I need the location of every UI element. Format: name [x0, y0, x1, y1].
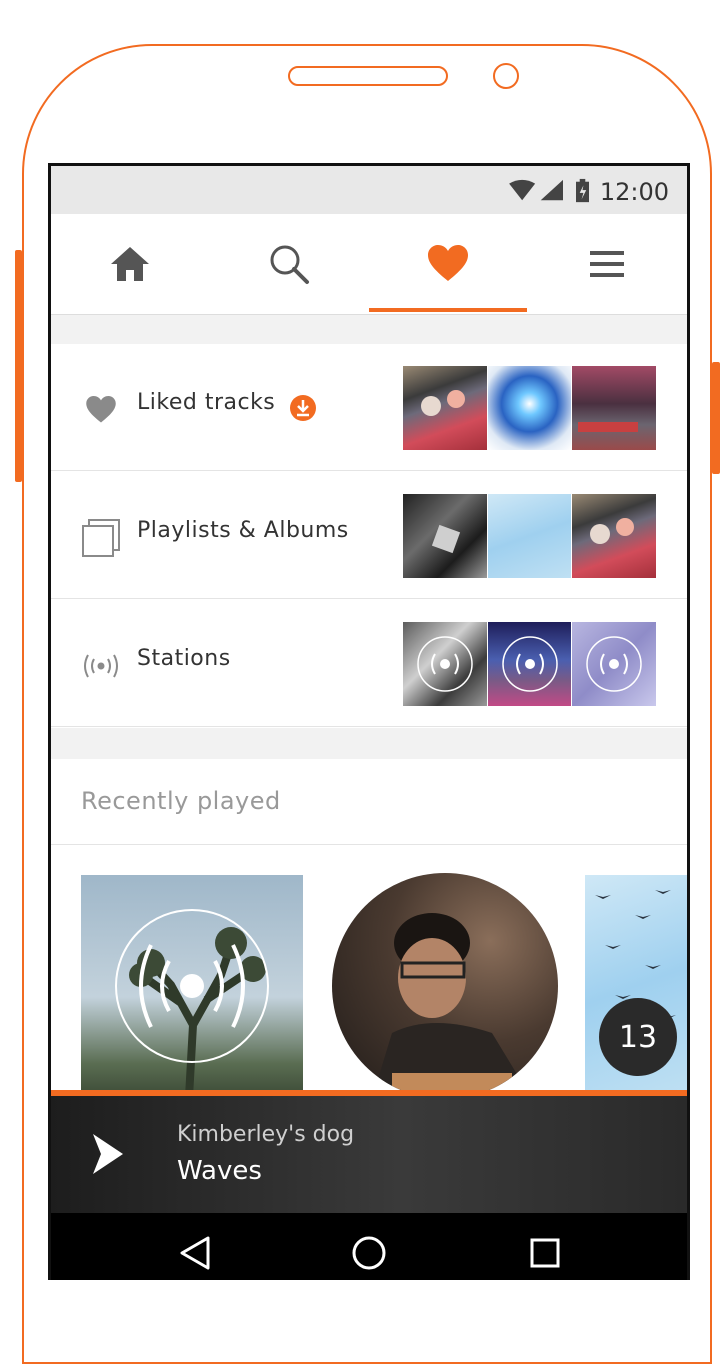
recent-user-avatar[interactable]: [332, 873, 558, 1099]
liked-tracks-row[interactable]: Liked tracks: [51, 344, 687, 471]
play-icon: [93, 1134, 123, 1174]
station-icon: [81, 646, 121, 686]
artwork-thumbnail: [487, 494, 572, 578]
artwork-thumbnail: [572, 622, 657, 706]
recently-played-list: [51, 845, 687, 1101]
playlists-albums-label: Playlists & Albums: [137, 518, 349, 543]
back-icon: [180, 1236, 210, 1270]
avatar: [372, 913, 532, 1099]
stations-row[interactable]: Stations: [51, 600, 687, 727]
queue-count-badge[interactable]: 13: [599, 998, 677, 1076]
tab-search[interactable]: [210, 214, 368, 314]
tab-likes[interactable]: [369, 214, 527, 314]
station-icon: [417, 636, 473, 692]
phone-side-button: [15, 250, 22, 482]
recent-station-item[interactable]: [81, 875, 303, 1097]
active-tab-indicator: [369, 308, 527, 312]
tab-bar: [51, 214, 687, 315]
battery-icon: [576, 178, 589, 203]
status-bar: 12:00: [51, 166, 687, 214]
home-circle-icon: [352, 1236, 386, 1270]
mini-player[interactable]: Kimberley's dog Waves: [51, 1096, 687, 1213]
stations-label: Stations: [137, 646, 231, 671]
artwork-thumbnail: [572, 494, 657, 578]
download-icon: [290, 395, 316, 421]
app-content: 12:00 Liked tracks Playlists & Albums St…: [51, 166, 687, 1280]
wifi-icon: [509, 179, 536, 201]
tab-home[interactable]: [51, 214, 209, 314]
artwork-thumbnail: [572, 366, 657, 450]
liked-tracks-label: Liked tracks: [137, 390, 276, 415]
playlists-albums-row[interactable]: Playlists & Albums: [51, 472, 687, 599]
search-icon: [270, 245, 309, 284]
signal-icon: [540, 179, 563, 201]
home-button[interactable]: [349, 1233, 389, 1273]
system-nav-bar: [51, 1213, 687, 1280]
player-track-title: Waves: [177, 1156, 262, 1186]
recents-icon: [530, 1238, 560, 1268]
heart-icon: [428, 245, 468, 281]
status-time: 12:00: [599, 178, 669, 206]
liked-tracks-artwork: [403, 366, 657, 450]
phone-speaker: [288, 66, 448, 86]
playlists-artwork: [403, 494, 657, 578]
recents-button[interactable]: [525, 1233, 565, 1273]
home-icon: [111, 247, 149, 281]
stations-artwork: [403, 622, 657, 706]
heart-icon: [81, 390, 121, 430]
recently-played-title: Recently played: [81, 787, 281, 815]
tree-artwork: [115, 909, 269, 1097]
station-icon: [501, 636, 558, 692]
playlist-icon: [81, 518, 121, 558]
screen: 12:00 Liked tracks Playlists & Albums St…: [48, 163, 690, 1280]
artwork-thumbnail: [403, 622, 487, 706]
menu-icon: [590, 251, 624, 277]
phone-camera: [493, 63, 519, 89]
recently-played-header: Recently played: [51, 759, 687, 845]
artwork-thumbnail: [487, 622, 572, 706]
player-artist: Kimberley's dog: [177, 1122, 355, 1147]
tab-menu[interactable]: [528, 214, 686, 314]
station-icon: [586, 636, 643, 692]
collection-list: Liked tracks Playlists & Albums Stations: [51, 344, 687, 728]
play-button[interactable]: [87, 1132, 131, 1176]
artwork-thumbnail: [487, 366, 572, 450]
artwork-thumbnail: [403, 494, 487, 578]
phone-side-button: [712, 362, 720, 474]
artwork-thumbnail: [403, 366, 487, 450]
back-button[interactable]: [175, 1233, 215, 1273]
